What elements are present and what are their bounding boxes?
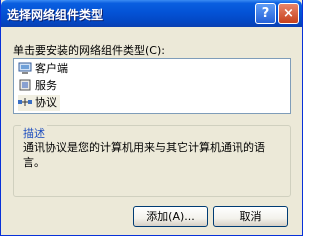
protocol-icon: [18, 98, 32, 106]
cancel-button[interactable]: 取消: [213, 206, 288, 227]
help-button[interactable]: ?: [255, 3, 276, 24]
client-icon: [18, 62, 32, 74]
list-item-service[interactable]: 服务: [18, 78, 60, 94]
list-item-label: 服务: [35, 79, 57, 92]
help-icon: ?: [261, 6, 270, 21]
list-item-client[interactable]: 客户端: [18, 61, 71, 77]
close-button[interactable]: ×: [278, 3, 299, 24]
list-item-label: 协议: [35, 96, 57, 109]
description-label: 描述: [21, 125, 47, 141]
window-title: 选择网络组件类型: [7, 8, 104, 22]
list-item-label: 客户端: [35, 62, 68, 75]
component-type-list[interactable]: 客户端 服务 协议: [13, 58, 291, 114]
component-type-prompt: 单击要安装的网络组件类型(C):: [13, 44, 165, 57]
description-text: 通讯协议是您的计算机用来与其它计算机通讯的语言。: [23, 141, 265, 169]
dialog-window: 选择网络组件类型 ? × 单击要安装的网络组件类型(C): 客户端 服务 协议 …: [0, 0, 303, 236]
description-group: 描述 通讯协议是您的计算机用来与其它计算机通讯的语言。: [13, 125, 291, 197]
service-icon: [19, 79, 31, 91]
title-bar[interactable]: 选择网络组件类型 ? ×: [1, 0, 302, 27]
list-item-protocol[interactable]: 协议: [18, 95, 60, 111]
close-icon: ×: [283, 6, 294, 21]
add-button[interactable]: 添加(A)...: [133, 206, 208, 227]
